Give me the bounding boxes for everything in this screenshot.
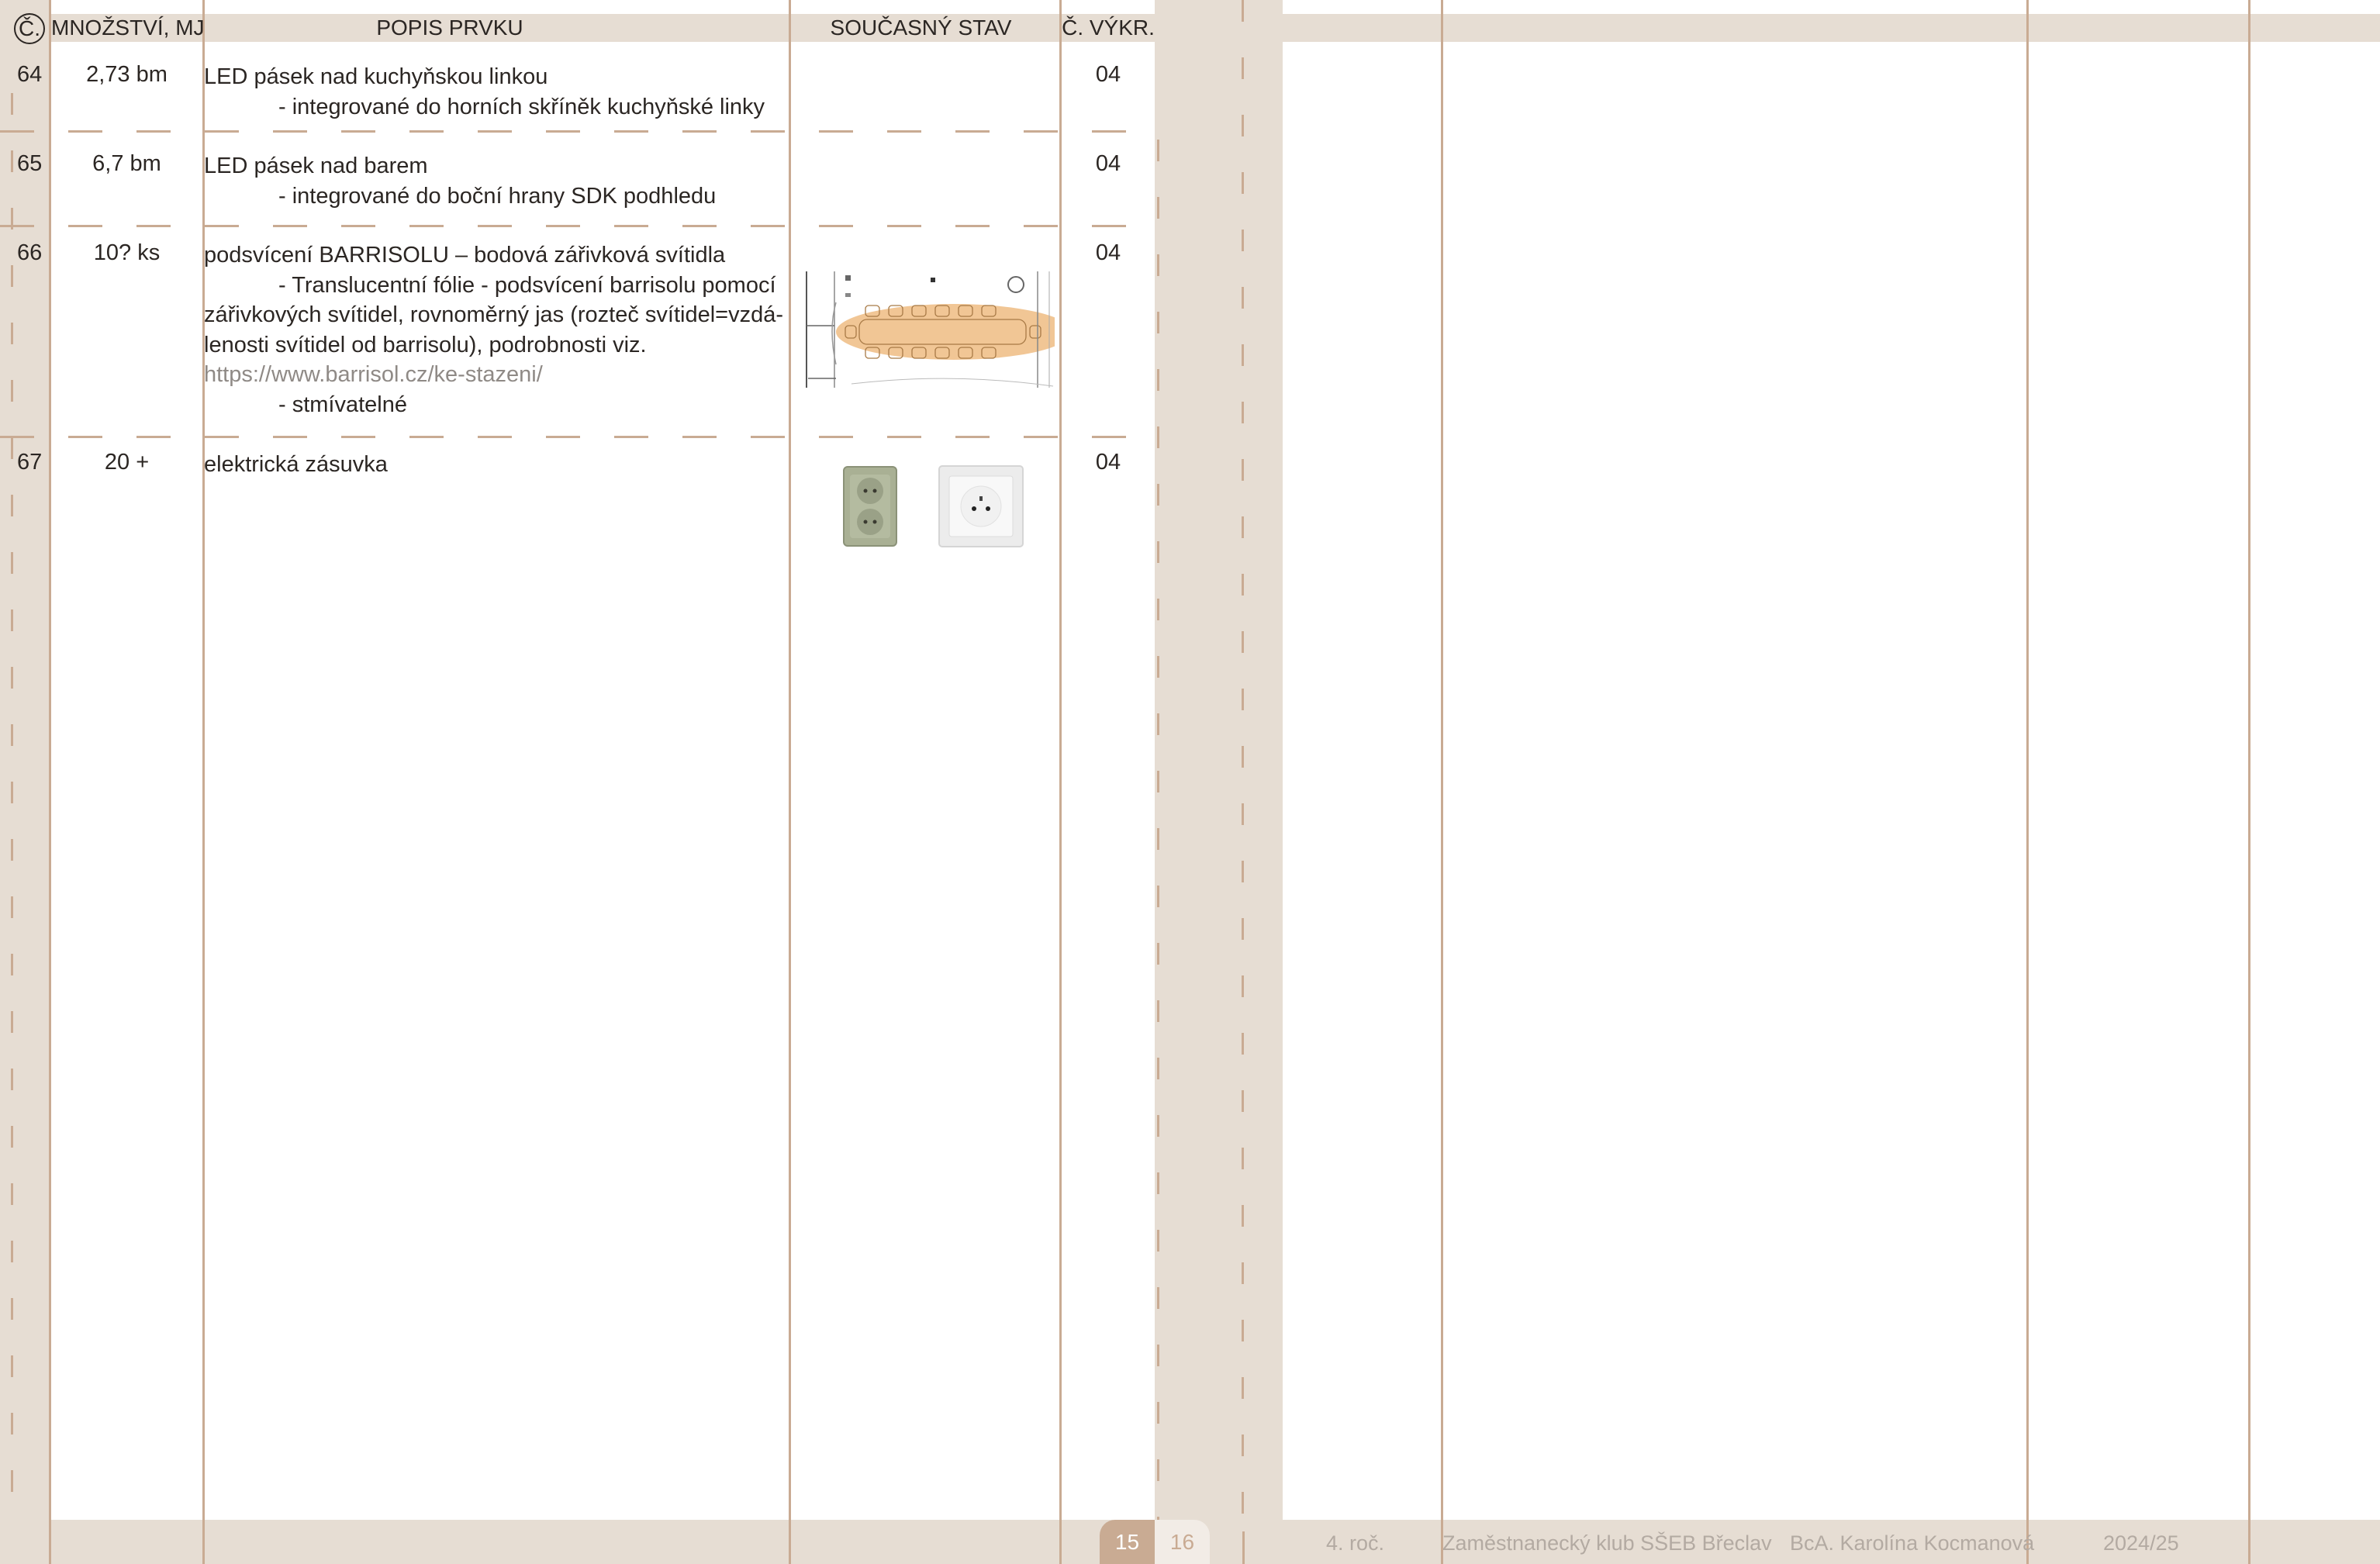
footer-project: Zaměstnanecký klub SŠEB Břeclav (1442, 1531, 1772, 1555)
row-66-detail-3: lenosti svítidel od barrisolu), podrobno… (204, 332, 647, 357)
page-number-active[interactable]: 15 (1100, 1520, 1155, 1564)
row-separator (0, 225, 1155, 227)
row-65-title: LED pásek nad barem (204, 154, 428, 178)
state-header: SOUČASNÝ STAV (830, 16, 1012, 40)
page-left: 15 (1114, 1530, 1140, 1554)
row-64-title: LED pásek nad kuchyňskou linkou (204, 64, 548, 89)
no-header-circle: Č. (14, 13, 45, 44)
row-66-drawing: 04 (1095, 240, 1121, 265)
footer-year: 4. roč. (1326, 1531, 1385, 1555)
floor-plan-thumbnail (805, 271, 1072, 388)
drawing-header: Č. VÝKR. (1062, 16, 1155, 40)
column-line (1441, 0, 1443, 1564)
row-65-detail: - integrované do boční hrany SDK podhled… (278, 183, 717, 209)
row-67-drawing: 04 (1095, 450, 1121, 475)
row-64-description: LED pásek nad kuchyňskou linkou - integr… (204, 62, 765, 122)
row-67-title: elektrická zásuvka (204, 452, 388, 477)
row-65-description: LED pásek nad barem - integrované do boč… (204, 151, 716, 211)
column-line (49, 0, 51, 1564)
page-number-inactive[interactable]: 16 (1155, 1520, 1210, 1564)
page-right: 16 (1169, 1530, 1195, 1554)
footer-author: BcA. Karolína Kocmanová (1790, 1531, 2035, 1555)
header-band-right (1283, 14, 2380, 42)
row-66-qty: 10? ks (93, 240, 161, 265)
margin-guide (11, 93, 13, 1520)
margin-guide (1242, 1531, 1245, 1564)
row-separator (0, 436, 1155, 438)
row-66-detail-2: zářivkových svítidel, rovnoměrný jas (ro… (204, 302, 784, 327)
no-header: Č. (19, 16, 40, 40)
spine-band (1155, 0, 1283, 1564)
row-66-link[interactable]: https://www.barrisol.cz/ke-stazeni/ (204, 360, 783, 390)
single-socket-photo (938, 465, 1024, 547)
row-64-qty: 2,73 bm (86, 62, 168, 87)
row-67-qty: 20 + (104, 450, 150, 475)
margin-guide (1242, 0, 1244, 1520)
column-line (2026, 0, 2029, 1564)
row-66-title: podsvícení BARRISOLU – bodová zářivková … (204, 243, 726, 268)
row-64-detail: - integrované do horních skříněk kuchyňs… (278, 94, 765, 119)
column-line (789, 0, 791, 1564)
column-line (202, 0, 205, 1564)
row-separator (0, 130, 1155, 133)
qty-header: MNOŽSTVÍ, MJ (51, 16, 205, 40)
row-66-detail-4: - stmívatelné (278, 392, 407, 417)
row-65-drawing: 04 (1095, 151, 1121, 176)
row-66-no: 66 (17, 240, 43, 265)
column-line (2248, 0, 2250, 1564)
row-64-no: 64 (17, 62, 43, 87)
footer-school-year: 2024/25 (2103, 1531, 2179, 1555)
row-64-drawing: 04 (1095, 62, 1121, 87)
row-67-no: 67 (17, 450, 43, 475)
left-margin-band (0, 0, 50, 1564)
row-65-no: 65 (17, 151, 43, 176)
double-socket-photo (842, 465, 898, 547)
desc-header: POPIS PRVKU (376, 16, 523, 40)
row-66-detail-1: - Translucentní fólie - podsvícení barri… (278, 272, 776, 298)
row-67-description: elektrická zásuvka (204, 450, 388, 480)
column-line (1059, 0, 1062, 1564)
row-65-qty: 6,7 bm (92, 151, 161, 176)
margin-guide (1157, 140, 1159, 1520)
row-66-description: podsvícení BARRISOLU – bodová zářivková … (204, 240, 783, 419)
